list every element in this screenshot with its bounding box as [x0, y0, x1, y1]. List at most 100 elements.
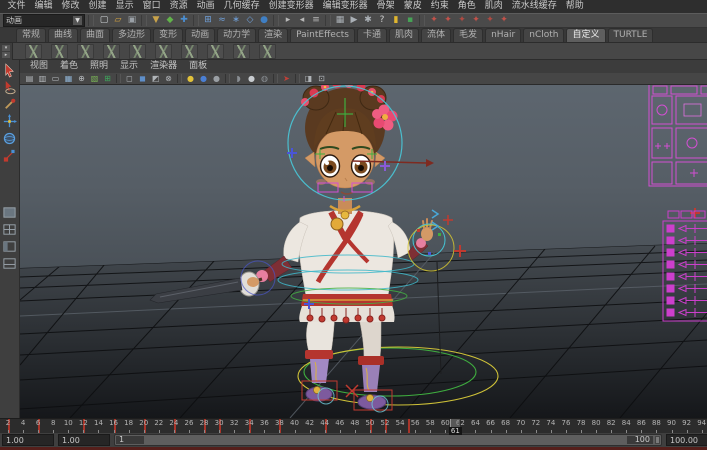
- shelf-custom-button-1[interactable]: [25, 43, 42, 59]
- snap-to-point-icon[interactable]: ∗: [229, 14, 243, 27]
- menu-7[interactable]: 动画: [192, 0, 219, 13]
- grid-icon[interactable]: ⊞: [101, 73, 114, 84]
- range-slider-bar[interactable]: 1 100: [114, 434, 662, 446]
- snap-to-grid-icon[interactable]: ⊞: [201, 14, 215, 27]
- shelf-tab-12[interactable]: 毛发: [453, 28, 484, 42]
- persp-outliner-layout-button[interactable]: [1, 238, 19, 255]
- construction-history-icon[interactable]: ≡: [309, 14, 323, 27]
- shelf-custom-button-3[interactable]: [77, 43, 94, 59]
- select-by-object-icon[interactable]: ◆: [163, 14, 177, 27]
- output-connections-icon[interactable]: ◂: [295, 14, 309, 27]
- shelf-tab-15[interactable]: 自定义: [566, 28, 606, 42]
- shelf-tab-1[interactable]: 曲线: [48, 28, 79, 42]
- panel-menu-4[interactable]: 渲染器: [144, 60, 183, 73]
- shelf-switcher[interactable]: ▾ ▸: [0, 42, 13, 60]
- keyframe-tick[interactable]: [407, 419, 410, 434]
- render-settings-icon[interactable]: ✱: [361, 14, 375, 27]
- camera-attributes-icon[interactable]: ▥: [36, 73, 49, 84]
- hold-keys-icon[interactable]: ✦: [497, 14, 511, 27]
- menu-9[interactable]: 创建变形器: [264, 0, 318, 13]
- set-key-options-icon[interactable]: ✦: [441, 14, 455, 27]
- wireframe-on-shaded-icon[interactable]: ◍: [258, 73, 271, 84]
- statusline-divider[interactable]: [419, 15, 425, 26]
- rotate-tool[interactable]: [1, 130, 19, 147]
- panel-menu-2[interactable]: 照明: [84, 60, 114, 73]
- statusline-divider[interactable]: [141, 15, 147, 26]
- shelf-tab-13[interactable]: nHair: [485, 28, 522, 42]
- menu-6[interactable]: 资源: [165, 0, 192, 13]
- shelf-tab-9[interactable]: 卡通: [357, 28, 388, 42]
- shelf-custom-button-8[interactable]: [207, 43, 224, 59]
- shelf-custom-button-7[interactable]: [181, 43, 198, 59]
- all-lights-icon[interactable]: ●: [197, 73, 210, 84]
- select-camera-icon[interactable]: ▤: [23, 73, 36, 84]
- menu-15[interactable]: 肌肉: [480, 0, 507, 13]
- isolate-select-icon[interactable]: ➤: [280, 73, 293, 84]
- menu-4[interactable]: 显示: [111, 0, 138, 13]
- select-tool[interactable]: [1, 62, 19, 79]
- shelf-tab-4[interactable]: 变形: [153, 28, 184, 42]
- xray-icon[interactable]: ◨: [302, 73, 315, 84]
- shelf-tab-6[interactable]: 动力学: [217, 28, 257, 42]
- chevron-down-icon[interactable]: ▼: [73, 16, 82, 25]
- shelf-tab-2[interactable]: 曲面: [80, 28, 111, 42]
- statusline-divider[interactable]: [88, 15, 94, 26]
- persp-graph-layout-button[interactable]: [1, 255, 19, 272]
- new-scene-icon[interactable]: ▢: [97, 14, 111, 27]
- select-by-component-icon[interactable]: ✚: [177, 14, 191, 27]
- menu-1[interactable]: 编辑: [30, 0, 57, 13]
- shelf-custom-button-9[interactable]: [233, 43, 250, 59]
- menu-12[interactable]: 蒙皮: [399, 0, 426, 13]
- menu-14[interactable]: 角色: [453, 0, 480, 13]
- grease-pencil-icon[interactable]: ▧: [88, 73, 101, 84]
- shelf-tab-16[interactable]: TURTLE: [607, 28, 654, 42]
- panel-menu-3[interactable]: 显示: [114, 60, 144, 73]
- bookmark-icon[interactable]: ▭: [49, 73, 62, 84]
- panel-menu-0[interactable]: 视图: [24, 60, 54, 73]
- time-slider[interactable]: 2 4 6 8 10 12 14 16 18 20 22 24 26 28 30 32 34 36 38 40 42 44…: [0, 418, 707, 435]
- open-scene-icon[interactable]: ▱: [111, 14, 125, 27]
- make-live-icon[interactable]: ●: [257, 14, 271, 27]
- menu-set-dropdown[interactable]: 动画 ▼: [3, 14, 85, 27]
- menu-8[interactable]: 几何缓存: [219, 0, 264, 13]
- shelf-tab-5[interactable]: 动画: [185, 28, 216, 42]
- film-gate-icon[interactable]: ◻: [123, 73, 136, 84]
- four-pane-layout-button[interactable]: [1, 221, 19, 238]
- no-lights-icon[interactable]: ●: [210, 73, 223, 84]
- menu-3[interactable]: 创建: [84, 0, 111, 13]
- menu-10[interactable]: 编辑变形器: [318, 0, 372, 13]
- input-connections-icon[interactable]: ▸: [281, 14, 295, 27]
- panel-menu-1[interactable]: 着色: [54, 60, 84, 73]
- shelf-tab-7[interactable]: 渲染: [258, 28, 289, 42]
- snap-to-plane-icon[interactable]: ◇: [243, 14, 257, 27]
- shelf-tab-8[interactable]: PaintEffects: [290, 28, 355, 42]
- paint-selection-tool[interactable]: [1, 96, 19, 113]
- perspective-viewport[interactable]: [20, 85, 707, 418]
- image-plane-icon[interactable]: ▦: [62, 73, 75, 84]
- statusline-divider[interactable]: [193, 15, 199, 26]
- selection-highlight-icon[interactable]: ▪: [403, 14, 417, 27]
- shelf-tab-10[interactable]: 肌肉: [389, 28, 420, 42]
- shelf-item-menu-icon[interactable]: ▸: [2, 51, 10, 58]
- panel-menu-5[interactable]: 面板: [183, 60, 213, 73]
- scale-tool[interactable]: [1, 147, 19, 164]
- statusline-divider[interactable]: [325, 15, 331, 26]
- single-pane-layout-button[interactable]: [1, 204, 19, 221]
- menu-2[interactable]: 修改: [57, 0, 84, 13]
- menu-13[interactable]: 约束: [426, 0, 453, 13]
- move-tool[interactable]: [1, 113, 19, 130]
- default-lighting-icon[interactable]: ●: [184, 73, 197, 84]
- shelf-tab-11[interactable]: 流体: [421, 28, 452, 42]
- shelf-tab-0[interactable]: 常规: [16, 28, 47, 42]
- lock-icon[interactable]: ▮: [389, 14, 403, 27]
- character-picker-board[interactable]: [648, 85, 707, 187]
- lasso-tool[interactable]: [1, 79, 19, 96]
- statusline-divider[interactable]: [273, 15, 279, 26]
- backface-culling-icon[interactable]: ⊡: [315, 73, 328, 84]
- shelf-menu-icon[interactable]: ▾: [2, 44, 10, 51]
- shelf-tab-3[interactable]: 多边形: [112, 28, 152, 42]
- character-head[interactable]: [301, 85, 398, 195]
- gate-mask-icon[interactable]: ◩: [149, 73, 162, 84]
- ipr-render-icon[interactable]: ▶: [347, 14, 361, 27]
- shelf-custom-button-10[interactable]: [259, 43, 276, 59]
